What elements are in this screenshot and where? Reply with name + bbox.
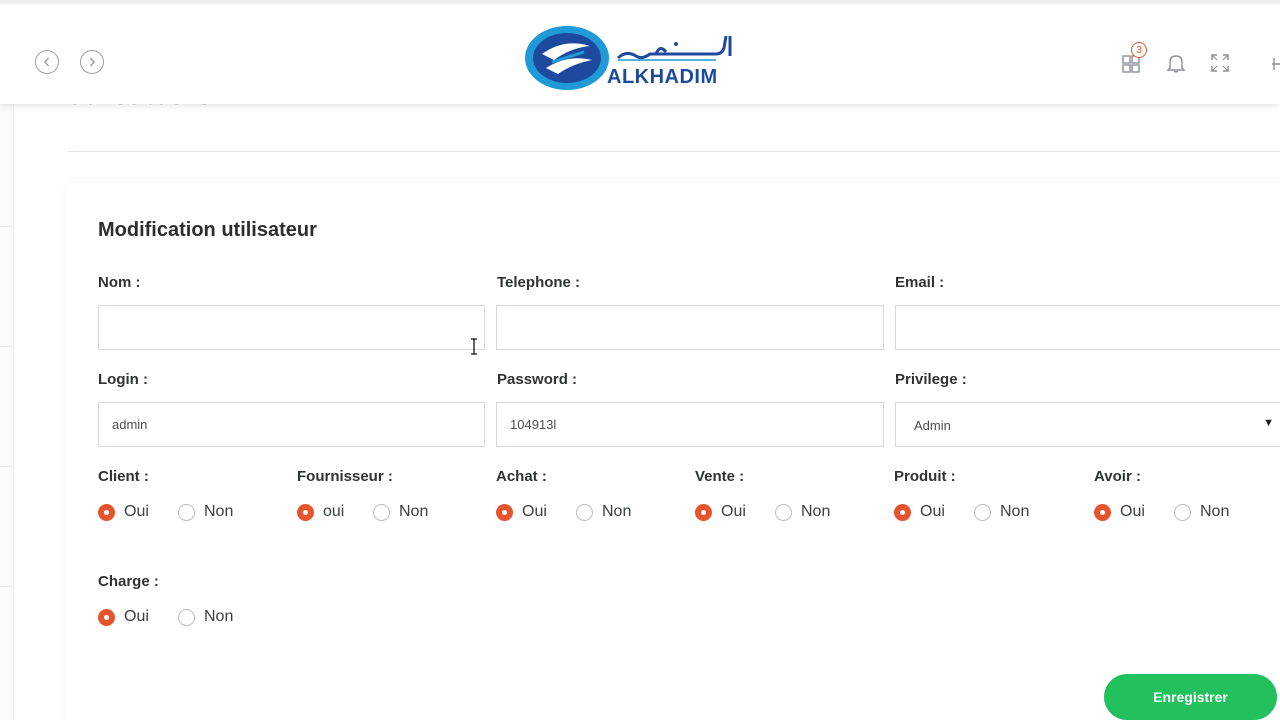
- radio-label: Non: [1200, 503, 1230, 520]
- radio-oui[interactable]: Oui: [98, 608, 149, 626]
- back-button[interactable]: [35, 50, 59, 74]
- radio-oui[interactable]: Oui: [695, 503, 746, 521]
- radio-label: Oui: [124, 608, 149, 625]
- password-label: Password :: [497, 371, 578, 388]
- radio-label: Oui: [920, 503, 945, 520]
- form-title: Modification utilisateur: [98, 219, 317, 241]
- nom-label: Nom :: [98, 274, 141, 291]
- radio-non[interactable]: Non: [178, 608, 233, 626]
- bell-icon: [1166, 55, 1186, 73]
- radio-label: Oui: [522, 503, 547, 520]
- login-input[interactable]: admin: [98, 402, 485, 447]
- email-label: Email :: [895, 274, 945, 291]
- permission-label: Client :: [98, 468, 149, 485]
- email-input[interactable]: [895, 305, 1280, 350]
- save-button[interactable]: Enregistrer: [1104, 674, 1277, 720]
- radio-circle: [894, 503, 911, 521]
- chevron-right-icon: [89, 57, 95, 67]
- radio-label: Non: [204, 503, 234, 520]
- fullscreen-icon: [1211, 54, 1229, 72]
- permission-label: Vente :: [695, 468, 745, 485]
- radio-non[interactable]: Non: [373, 503, 428, 521]
- plus-icon: [1272, 58, 1280, 70]
- radio-circle: [297, 503, 314, 521]
- radio-label: Oui: [1120, 503, 1145, 520]
- radio-circle: [974, 503, 991, 521]
- permission-label: Achat :: [496, 468, 547, 485]
- alkhadim-logo: ALKHADIM: [524, 24, 734, 94]
- chevron-left-icon: [44, 57, 50, 67]
- radio-label: Non: [801, 503, 831, 520]
- logo-emblem: [525, 26, 609, 90]
- sidebar-collapsed: [0, 104, 14, 720]
- radio-label: Non: [399, 503, 429, 520]
- form-card: [66, 183, 1280, 720]
- password-input[interactable]: 104913l: [496, 402, 884, 447]
- radio-label: oui: [323, 503, 345, 520]
- radio-non[interactable]: Non: [1174, 503, 1229, 521]
- radio-circle: [775, 503, 792, 521]
- radio-oui[interactable]: Oui: [496, 503, 547, 521]
- radio-non[interactable]: Non: [775, 503, 830, 521]
- telephone-label: Telephone :: [497, 274, 581, 291]
- radio-label: Non: [204, 608, 234, 625]
- radio-oui[interactable]: oui: [297, 503, 344, 521]
- radio-circle: [496, 503, 513, 521]
- radio-circle: [178, 503, 195, 521]
- radio-oui[interactable]: Oui: [1094, 503, 1145, 521]
- notification-badge: 3: [1131, 42, 1147, 58]
- radio-label: Non: [1000, 503, 1030, 520]
- permission-label: Fournisseur :: [297, 468, 393, 485]
- radio-label: Non: [602, 503, 632, 520]
- privilege-select[interactable]: Admin ▼: [895, 402, 1280, 447]
- login-label: Login :: [98, 371, 148, 388]
- radio-circle: [1174, 503, 1191, 521]
- radio-non[interactable]: Non: [974, 503, 1029, 521]
- radio-circle: [373, 503, 390, 521]
- radio-oui[interactable]: Oui: [894, 503, 945, 521]
- radio-circle: [98, 608, 115, 626]
- permission-label: Avoir :: [1094, 468, 1141, 485]
- nom-input[interactable]: [98, 305, 485, 350]
- radio-circle: [1094, 503, 1111, 521]
- radio-label: Oui: [721, 503, 746, 520]
- radio-non[interactable]: Non: [178, 503, 233, 521]
- more-button[interactable]: [1268, 52, 1280, 74]
- forward-button[interactable]: [80, 50, 104, 74]
- top-navbar: ALKHADIM 3: [0, 0, 1280, 104]
- radio-circle: [98, 503, 115, 521]
- permission-label: Charge :: [98, 573, 159, 590]
- radio-oui[interactable]: Oui: [98, 503, 149, 521]
- fullscreen-button[interactable]: [1209, 52, 1231, 74]
- permission-label: Produit :: [894, 468, 956, 485]
- heading-divider: [68, 151, 1280, 152]
- logo-arabic-script: [616, 35, 732, 61]
- privilege-label: Privilege :: [895, 371, 967, 388]
- privilege-selected-value: Admin: [914, 418, 951, 433]
- radio-label: Oui: [124, 503, 149, 520]
- caret-down-icon: ▼: [1263, 417, 1274, 429]
- telephone-input[interactable]: [496, 305, 884, 350]
- text-cursor-icon: [471, 338, 477, 355]
- radio-circle: [576, 503, 593, 521]
- notifications-button[interactable]: [1165, 52, 1187, 74]
- radio-non[interactable]: Non: [576, 503, 631, 521]
- logo-text: ALKHADIM: [607, 66, 718, 88]
- radio-circle: [695, 503, 712, 521]
- radio-circle: [178, 608, 195, 626]
